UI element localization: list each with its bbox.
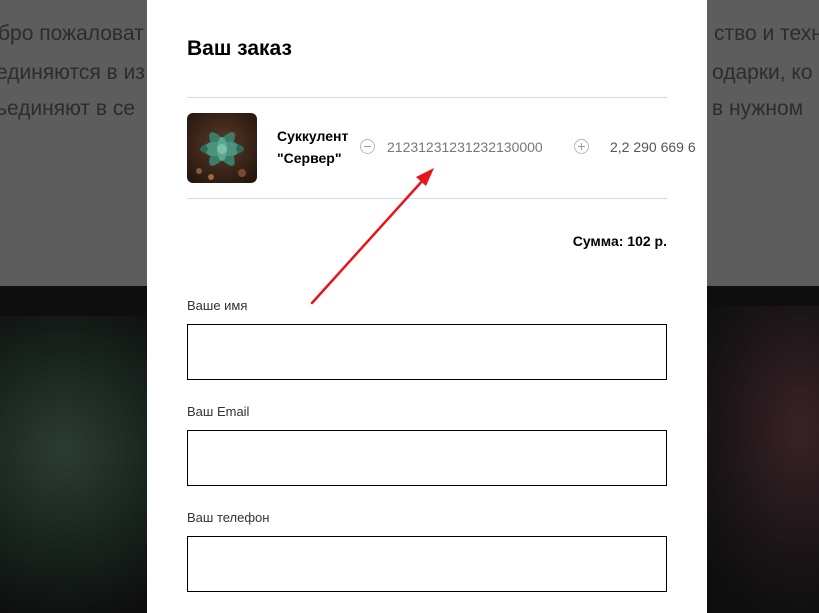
background-text-line-3-right: в нужном	[712, 97, 804, 120]
divider-top	[187, 97, 667, 98]
background-text-line-1-right: ство и техн	[714, 22, 819, 45]
order-modal: Ваш заказ Суккулент "Сервер" − 212312312…	[147, 0, 707, 613]
background-text-line-3-left: ьединяют в се	[0, 97, 136, 120]
quantity-decrease-button[interactable]: −	[360, 139, 375, 154]
background-text-line-1-left: бро пожаловат	[0, 22, 144, 45]
product-name: Суккулент "Сервер"	[277, 128, 349, 166]
background-text-line-2-left: единяются в из	[0, 61, 145, 84]
minus-circle-icon: −	[363, 138, 372, 154]
succulent-image	[196, 132, 246, 180]
product-thumbnail	[187, 113, 257, 183]
name-field[interactable]	[187, 324, 667, 380]
email-field[interactable]	[187, 430, 667, 486]
product-price: 2,2 290 669 6	[610, 139, 696, 155]
modal-title: Ваш заказ	[187, 37, 292, 60]
background-text-line-2-right: одарки, ко	[712, 61, 813, 84]
order-sum: Сумма: 102 р.	[572, 233, 667, 249]
phone-field-label: Ваш телефон	[187, 510, 270, 525]
plus-circle-icon: +	[577, 138, 586, 154]
phone-field[interactable]	[187, 536, 667, 592]
name-field-label: Ваше имя	[187, 298, 248, 313]
email-field-label: Ваш Email	[187, 404, 250, 419]
quantity-value: 21231231231232130000	[387, 139, 543, 155]
quantity-increase-button[interactable]: +	[574, 139, 589, 154]
divider-bottom	[187, 198, 667, 199]
